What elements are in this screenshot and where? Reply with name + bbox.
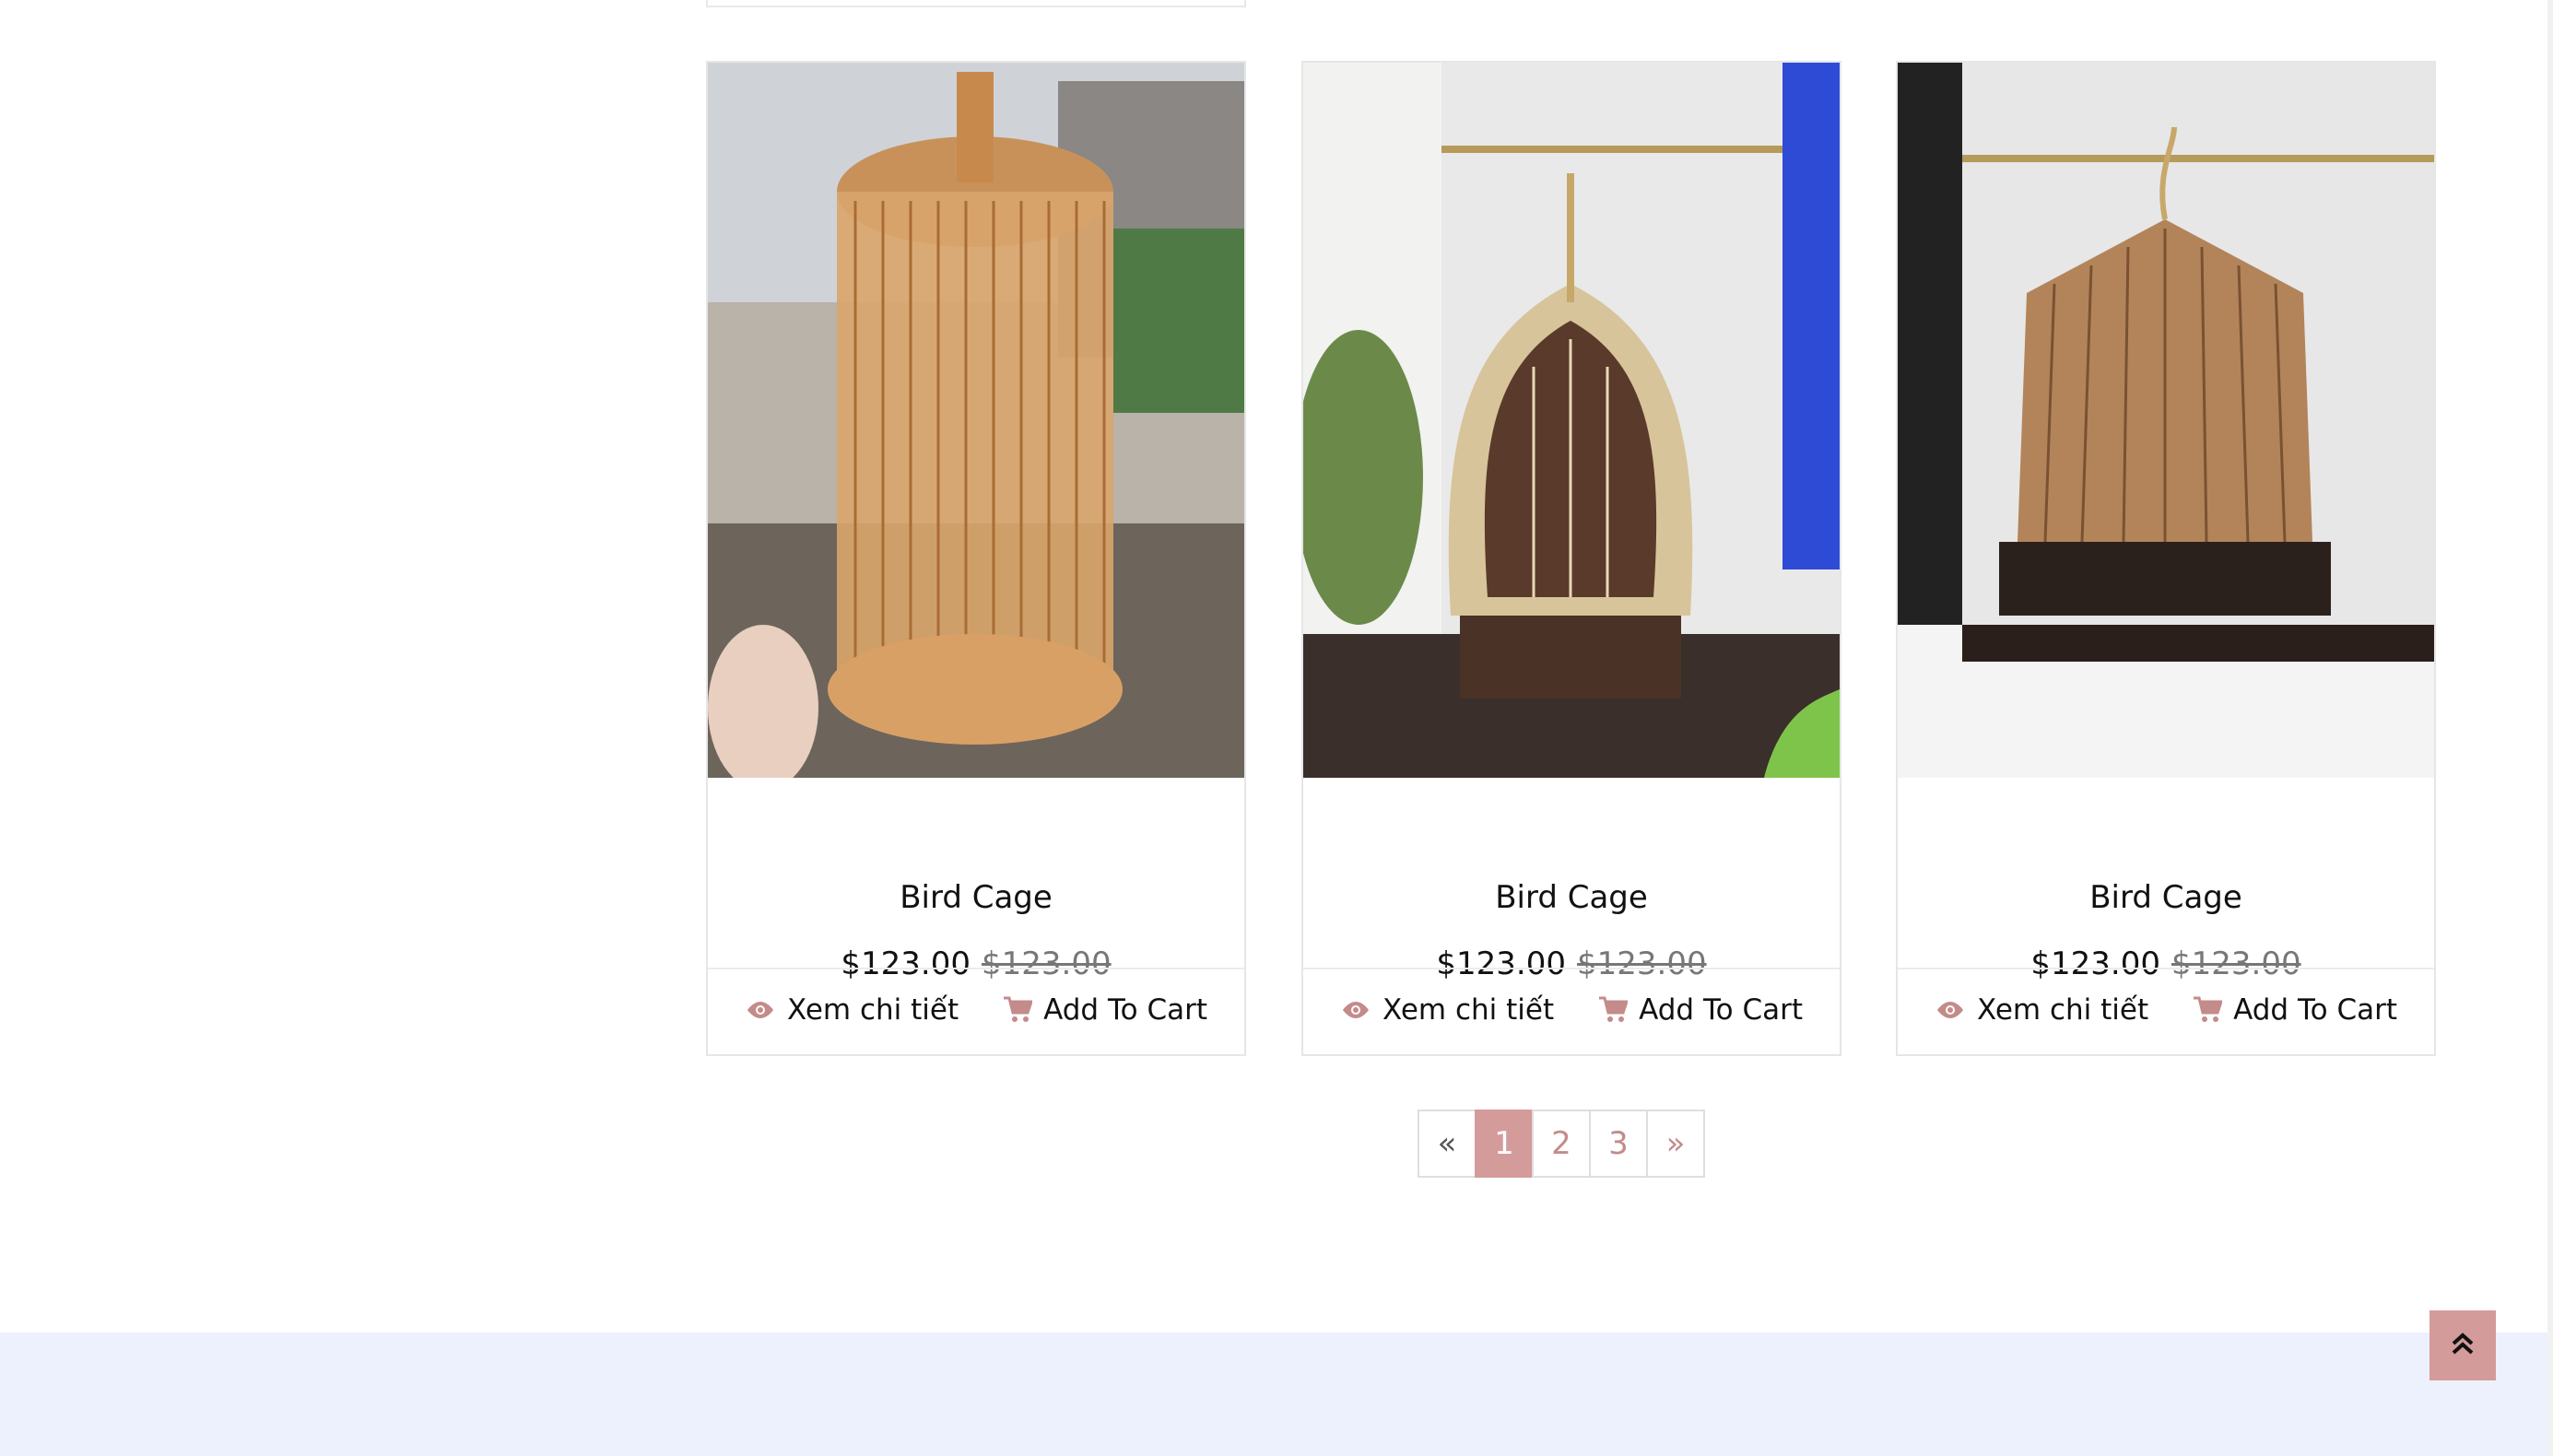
product-price: $123.00 (1436, 945, 1566, 982)
product-image[interactable] (708, 63, 1244, 778)
bird-cage-photo (1898, 63, 2434, 778)
card-divider (708, 968, 1244, 969)
card-divider (1303, 968, 1840, 969)
add-to-cart-label: Add To Cart (1639, 993, 1803, 1027)
pagination-page-3[interactable]: 3 (1589, 1110, 1648, 1178)
add-to-cart-label: Add To Cart (1043, 993, 1207, 1027)
product-price: $123.00 (2030, 945, 2160, 982)
pagination-page-2[interactable]: 2 (1532, 1110, 1591, 1178)
product-title[interactable]: Bird Cage (1898, 879, 2434, 916)
page-scrollbar[interactable] (2547, 0, 2553, 1456)
shopping-cart-icon (2193, 996, 2223, 1024)
view-details-label: Xem chi tiết (1977, 993, 2149, 1027)
shopping-cart-icon (1598, 996, 1629, 1024)
card-divider (1898, 968, 2434, 969)
view-details-button[interactable]: Xem chi tiết (1340, 993, 1554, 1027)
product-prices: $123.00 $123.00 (1898, 945, 2434, 982)
product-title[interactable]: Bird Cage (708, 879, 1244, 916)
view-details-button[interactable]: Xem chi tiết (745, 993, 959, 1027)
previous-product-card-edge (706, 0, 1246, 7)
product-card[interactable]: Bird Cage $123.00 $123.00 Xem chi tiết Ad… (706, 61, 1246, 1056)
product-old-price: $123.00 (1577, 945, 1707, 982)
add-to-cart-label: Add To Cart (2233, 993, 2397, 1027)
product-title[interactable]: Bird Cage (1303, 879, 1840, 916)
pagination-prev[interactable]: « (1418, 1110, 1477, 1178)
double-chevron-up-icon (2451, 1331, 2475, 1360)
view-details-label: Xem chi tiết (1382, 993, 1555, 1027)
product-prices: $123.00 $123.00 (1303, 945, 1840, 982)
eye-icon (745, 1000, 776, 1020)
product-card[interactable]: Bird Cage $123.00 $123.00 Xem chi tiết Ad… (1301, 61, 1841, 1056)
bird-cage-photo (708, 63, 1244, 778)
product-old-price: $123.00 (2171, 945, 2301, 982)
product-image[interactable] (1898, 63, 2434, 778)
product-card[interactable]: Bird Cage $123.00 $123.00 Xem chi tiết Ad… (1896, 61, 2436, 1056)
product-prices: $123.00 $123.00 (708, 945, 1244, 982)
view-details-button[interactable]: Xem chi tiết (1935, 993, 2148, 1027)
product-old-price: $123.00 (982, 945, 1112, 982)
add-to-cart-button[interactable]: Add To Cart (1003, 993, 1207, 1027)
pagination: « 1 2 3 » (1418, 1110, 1705, 1178)
shopping-cart-icon (1003, 996, 1033, 1024)
pagination-next[interactable]: » (1646, 1110, 1705, 1178)
add-to-cart-button[interactable]: Add To Cart (2193, 993, 2397, 1027)
add-to-cart-button[interactable]: Add To Cart (1598, 993, 1803, 1027)
footer (0, 1333, 2553, 1456)
product-price: $123.00 (841, 945, 971, 982)
eye-icon (1935, 1000, 1966, 1020)
product-image[interactable] (1303, 63, 1840, 778)
eye-icon (1340, 1000, 1371, 1020)
pagination-page-1[interactable]: 1 (1475, 1110, 1534, 1178)
scroll-to-top-button[interactable] (2429, 1310, 2496, 1380)
bird-cage-photo (1303, 63, 1840, 778)
view-details-label: Xem chi tiết (787, 993, 959, 1027)
